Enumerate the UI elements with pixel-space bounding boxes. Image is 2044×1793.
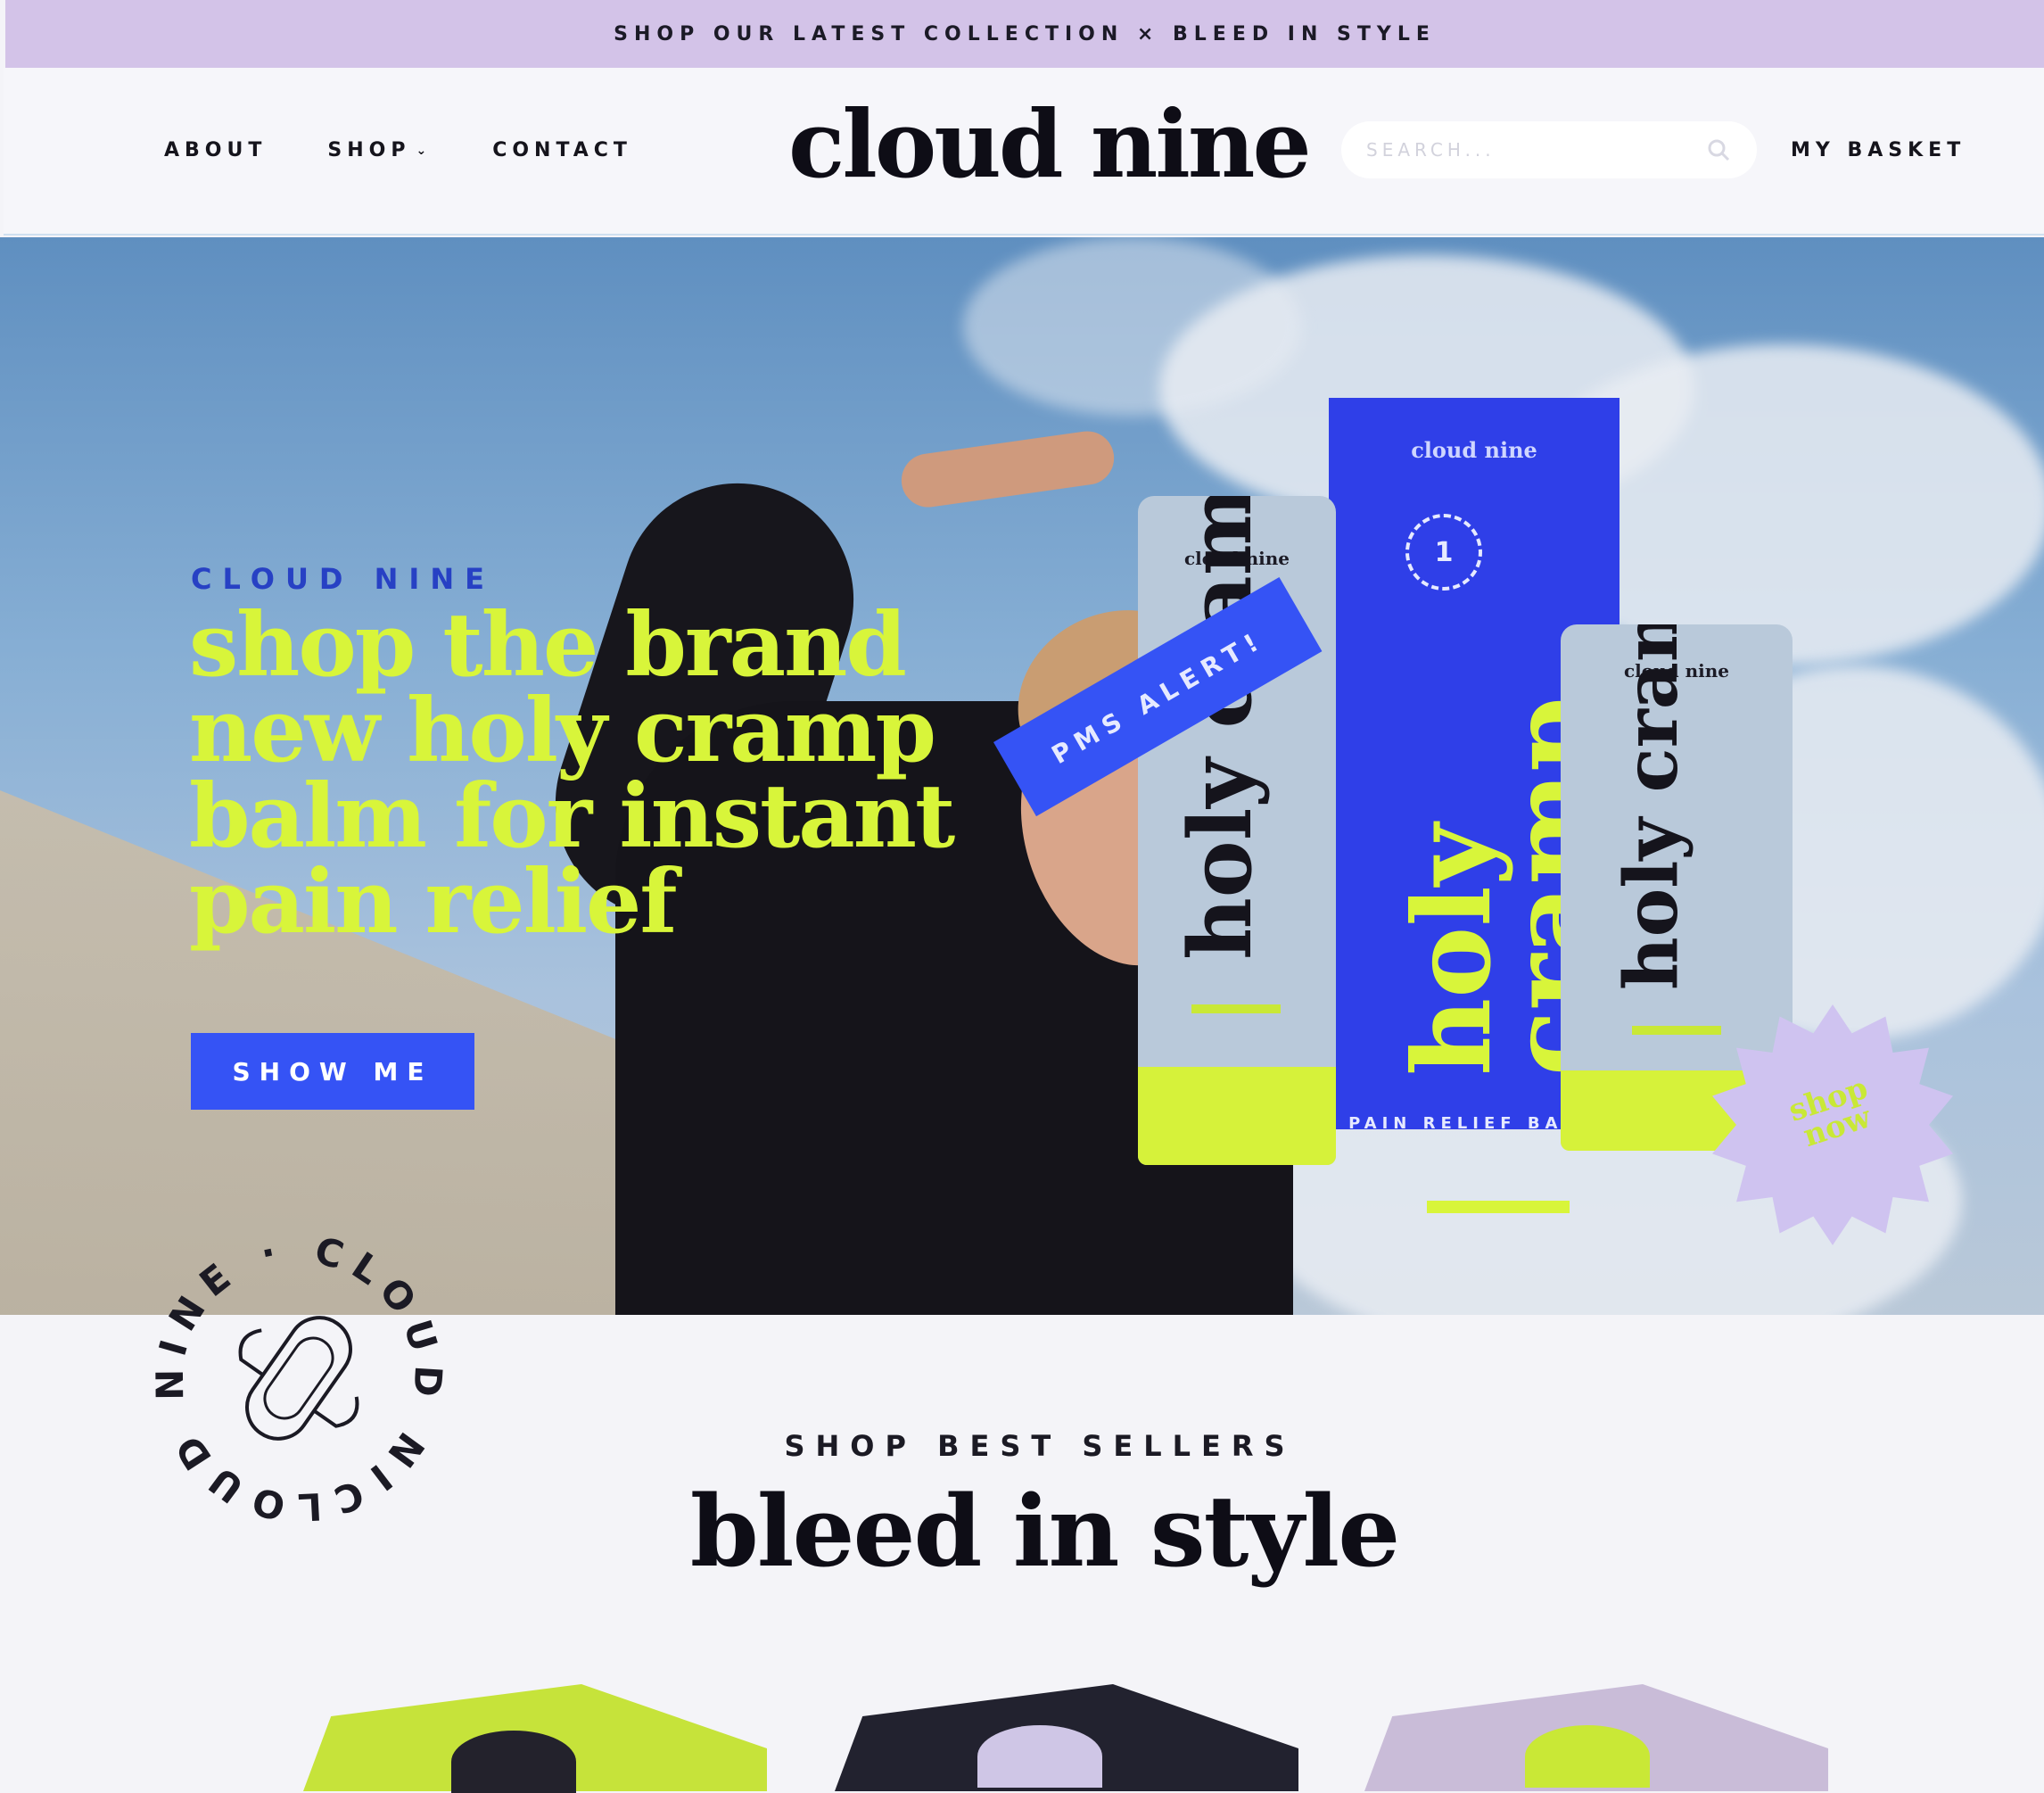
nav-shop-label: SHOP xyxy=(327,139,411,161)
search-icon[interactable] xyxy=(1703,135,1734,165)
tube-cap xyxy=(1138,1067,1336,1165)
announcement-bar: SHOP OUR LATEST COLLECTION × BLEED IN ST… xyxy=(5,0,2044,68)
product-card-lime[interactable] xyxy=(303,1684,767,1793)
main-nav: ABOUT SHOP ⌄ CONTACT xyxy=(164,139,632,161)
cloud-shape xyxy=(963,237,1302,416)
brand-logo[interactable]: cloud nine xyxy=(788,98,1312,191)
model-hand xyxy=(897,427,1118,511)
product-card-lavender[interactable] xyxy=(1364,1684,1828,1791)
hero-eyebrow: CLOUD NINE xyxy=(191,562,495,596)
tube-title: holy cramp xyxy=(1609,624,1694,990)
nav-contact-link[interactable]: CONTACT xyxy=(492,139,632,161)
site-header: ABOUT SHOP ⌄ CONTACT cloud nine MY BASKE… xyxy=(4,68,2044,235)
product-seal xyxy=(977,1725,1102,1788)
product-card-navy[interactable] xyxy=(835,1684,1298,1791)
box-bar xyxy=(1427,1201,1570,1213)
hero-headline: shop the brand new holy cramp balm for i… xyxy=(189,594,955,954)
chevron-down-icon: ⌄ xyxy=(416,143,433,158)
tube-label-bar xyxy=(1632,1026,1721,1035)
tube-label-bar xyxy=(1191,1004,1281,1013)
announcement-text: SHOP OUR LATEST COLLECTION × BLEED IN ST… xyxy=(614,22,1436,45)
best-sellers-eyebrow: SHOP BEST SELLERS xyxy=(784,1429,1296,1463)
best-sellers-title: bleed in style xyxy=(689,1474,1400,1589)
tube-title: holy cramp xyxy=(1170,496,1271,960)
product-seal xyxy=(451,1731,576,1793)
nav-about-link[interactable]: ABOUT xyxy=(164,139,267,161)
basket-link[interactable]: MY BASKET xyxy=(1791,139,1966,161)
sticker-text: shop now xyxy=(1784,1070,1875,1155)
search-input[interactable] xyxy=(1364,138,1685,161)
search-box[interactable] xyxy=(1341,121,1757,178)
hero-banner: CLOUD NINE shop the brand new holy cramp… xyxy=(0,237,2044,1315)
show-me-button[interactable]: SHOW ME xyxy=(191,1033,474,1110)
box-badge: 1 xyxy=(1405,514,1482,591)
product-tube-left: cloud nine holy cramp xyxy=(1138,496,1336,1165)
product-seal xyxy=(1525,1725,1650,1788)
nav-shop-link[interactable]: SHOP ⌄ xyxy=(327,139,432,161)
box-logo: cloud nine xyxy=(1411,437,1537,463)
